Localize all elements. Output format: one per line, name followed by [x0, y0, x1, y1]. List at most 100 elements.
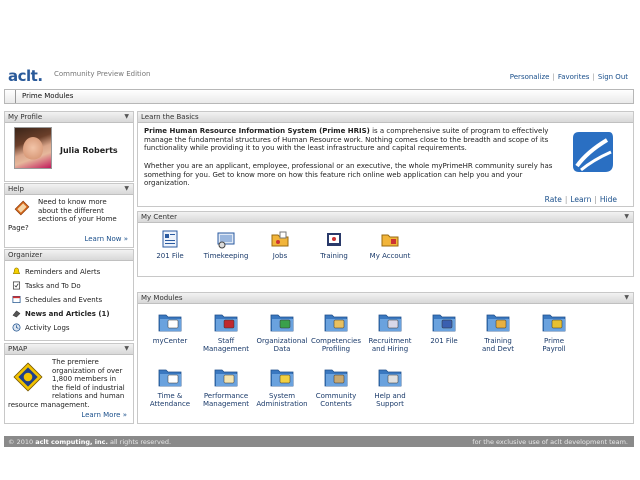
folder-icon: [378, 369, 402, 387]
help-line: Need to know more: [38, 198, 107, 206]
folder-icon: [214, 314, 238, 332]
learn-more-link[interactable]: Learn More »: [81, 411, 127, 419]
tasks-item[interactable]: Tasks and To Do: [12, 281, 81, 290]
folder-icon: [158, 314, 182, 332]
folder-icon: [270, 314, 294, 332]
reminders-item[interactable]: Reminders and Alerts: [12, 267, 100, 276]
center-201-file[interactable]: 201 File: [142, 229, 198, 260]
my-center-header: My Center ▼: [138, 212, 633, 223]
folder-icon: [324, 369, 348, 387]
news-item[interactable]: News and Articles (1): [12, 309, 110, 318]
rate-link[interactable]: Rate: [545, 195, 562, 204]
folder-icon: [214, 369, 238, 387]
nav-bar: Prime Modules: [4, 89, 634, 104]
collapse-icon[interactable]: ▼: [124, 345, 129, 352]
center-training[interactable]: Training: [306, 229, 362, 260]
account-icon: [381, 234, 399, 247]
hide-link[interactable]: Hide: [600, 195, 617, 204]
footer-copyright: © 2010: [8, 438, 36, 446]
footer-company: aclt computing, inc.: [35, 438, 108, 446]
folder-icon: [542, 314, 566, 332]
module-label: and Hiring: [371, 345, 409, 353]
module-201-file[interactable]: 201 File: [416, 308, 472, 345]
module-time-attendance[interactable]: Time & Attendance: [142, 363, 198, 408]
module-label: Recruitment: [368, 337, 412, 345]
help-header: Help ▼: [5, 184, 133, 195]
profile-name[interactable]: Julia Roberts: [60, 146, 118, 155]
my-profile-panel: My Profile ▼ Julia Roberts: [4, 111, 134, 182]
collapse-icon[interactable]: ▼: [624, 213, 629, 220]
module-label: Support: [376, 400, 404, 408]
organizer-label: News and Articles (1): [25, 309, 110, 318]
basics-p2: Whether you are an applicant, employee, …: [144, 162, 553, 188]
file-icon: [162, 230, 178, 248]
module-community-contents[interactable]: Community Contents: [308, 363, 364, 408]
checklist-icon: [12, 281, 21, 290]
pmap-line: relations and human: [52, 392, 125, 400]
collapse-icon[interactable]: ▼: [624, 294, 629, 301]
help-text: Need to know more about the different se…: [8, 198, 132, 232]
organizer-label: Activity Logs: [25, 323, 70, 332]
sign-out-link[interactable]: Sign Out: [598, 73, 628, 81]
module-label: Community: [315, 392, 357, 400]
module-label: System: [268, 392, 296, 400]
panel-title: Learn the Basics: [141, 113, 199, 121]
edition-label: Community Preview Edition: [54, 70, 151, 78]
header: aclt. Community Preview Edition Personal…: [4, 63, 638, 87]
collapse-icon[interactable]: ▼: [124, 185, 129, 192]
pmap-line: The premiere: [52, 358, 99, 366]
prime-hris-logo: [573, 132, 613, 172]
activity-logs-item[interactable]: Activity Logs: [12, 323, 70, 332]
module-system-administration[interactable]: System Administration: [254, 363, 310, 408]
module-label: Attendance: [149, 400, 191, 408]
module-organizational-data[interactable]: Organizational Data: [254, 308, 310, 353]
module-label: Organizational: [256, 337, 308, 345]
collapse-icon[interactable]: ▼: [124, 113, 129, 120]
folder-icon: [158, 369, 182, 387]
learn-now-link[interactable]: Learn Now »: [84, 235, 128, 243]
icon-label: Timekeeping: [203, 252, 249, 260]
basics-intro: Prime Human Resource Information System …: [144, 127, 564, 153]
module-label: Administration: [256, 400, 308, 408]
folder-icon: [486, 314, 510, 332]
module-staff-management[interactable]: Staff Management: [198, 308, 254, 353]
module-label: Payroll: [542, 345, 566, 353]
help-line: Page?: [8, 223, 29, 232]
module-prime-payroll[interactable]: Prime Payroll: [526, 308, 582, 353]
center-timekeeping[interactable]: Timekeeping: [198, 229, 254, 260]
module-competencies-profiling[interactable]: Competencies Profiling: [308, 308, 364, 353]
learn-link[interactable]: Learn: [570, 195, 591, 204]
module-label: Management: [202, 345, 250, 353]
module-mycenter[interactable]: myCenter: [142, 308, 198, 345]
module-label: Time &: [157, 392, 183, 400]
organizer-label: Schedules and Events: [25, 295, 103, 304]
module-training-devt[interactable]: Training and Devt: [470, 308, 526, 353]
center-my-account[interactable]: My Account: [362, 229, 418, 260]
module-recruitment-hiring[interactable]: Recruitment and Hiring: [362, 308, 418, 353]
module-label: and Devt: [482, 345, 514, 353]
my-modules-header: My Modules ▼: [138, 293, 633, 304]
module-performance-management[interactable]: Performance Management: [198, 363, 254, 408]
module-label: myCenter: [152, 337, 188, 345]
module-help-support[interactable]: Help and Support: [362, 363, 418, 408]
module-label: Contents: [320, 400, 352, 408]
help-line: about the different: [38, 206, 104, 215]
module-label: Performance: [203, 392, 249, 400]
pmap-line: resource management.: [8, 400, 90, 409]
center-jobs[interactable]: Jobs: [252, 229, 308, 260]
organizer-header: Organizer: [5, 250, 133, 261]
favorites-link[interactable]: Favorites: [558, 73, 590, 81]
aclt-logo[interactable]: aclt.: [8, 67, 43, 85]
avatar: [14, 127, 52, 169]
pmap-line: organization of over: [52, 366, 123, 375]
panel-title: My Modules: [141, 294, 183, 302]
tab-prime-modules[interactable]: Prime Modules: [15, 90, 79, 103]
pmap-panel: PMAP ▼ The premiere organization of over …: [4, 343, 134, 424]
organizer-panel: Organizer Reminders and Alerts Tasks and…: [4, 249, 134, 341]
personalize-link[interactable]: Personalize: [510, 73, 550, 81]
pmap-text: The premiere organization of over 1,800 …: [8, 358, 133, 409]
icon-label: Jobs: [272, 252, 288, 260]
learn-basics-panel: Learn the Basics Prime Human Resource In…: [137, 111, 634, 207]
schedules-item[interactable]: Schedules and Events: [12, 295, 102, 304]
pmap-line: the field of industrial: [52, 383, 125, 392]
